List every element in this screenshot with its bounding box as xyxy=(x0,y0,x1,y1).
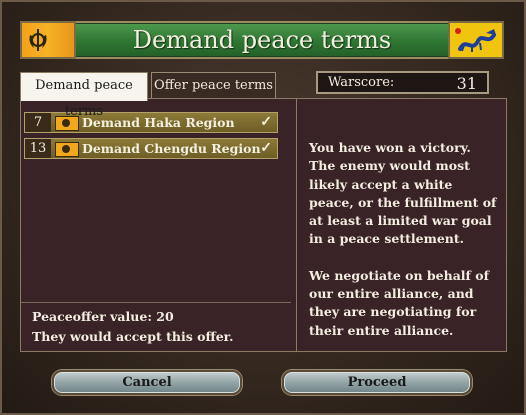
tab-demand-peace-terms[interactable]: Demand peace terms xyxy=(20,72,148,119)
checkmark-icon: ✓ xyxy=(260,114,272,130)
demand-cost: 7 xyxy=(25,113,51,132)
cancel-button[interactable]: Cancel xyxy=(52,370,242,395)
dialog-title: Demand peace terms xyxy=(132,26,392,54)
peaceoffer-value: Peaceoffer value: 20 xyxy=(32,309,174,324)
panel-divider xyxy=(296,99,297,351)
player-flag-icon xyxy=(55,142,79,157)
peace-terms-panel: 7 Demand Haka Region ✓ 13 Demand Chengdu… xyxy=(20,98,507,352)
demand-row[interactable]: 13 Demand Chengdu Region ✓ xyxy=(24,138,278,159)
player-flag-icon xyxy=(20,21,76,59)
demand-cost: 13 xyxy=(25,139,51,158)
enemy-flag-icon xyxy=(448,21,504,59)
proceed-button[interactable]: Proceed xyxy=(282,370,472,395)
demand-label: Demand Chengdu Region xyxy=(82,141,261,156)
demand-label: Demand Haka Region xyxy=(82,115,235,130)
description-text: You have won a victory. The enemy would … xyxy=(309,139,499,358)
warscore-box: Warscore: 31 xyxy=(316,71,489,94)
demand-row[interactable]: 7 Demand Haka Region ✓ xyxy=(24,112,278,133)
description-paragraph: We negotiate on behalf of our entire all… xyxy=(309,267,489,338)
warscore-value: 31 xyxy=(456,74,477,93)
checkmark-icon: ✓ xyxy=(260,140,272,156)
tab-offer-peace-terms[interactable]: Offer peace terms xyxy=(151,72,276,99)
warscore-label: Warscore: xyxy=(328,75,395,90)
title-bar: Demand peace terms xyxy=(20,21,504,59)
description-paragraph: You have won a victory. The enemy would … xyxy=(309,140,497,247)
summary-divider xyxy=(21,302,291,303)
acceptance-text: They would accept this offer. xyxy=(32,329,234,344)
